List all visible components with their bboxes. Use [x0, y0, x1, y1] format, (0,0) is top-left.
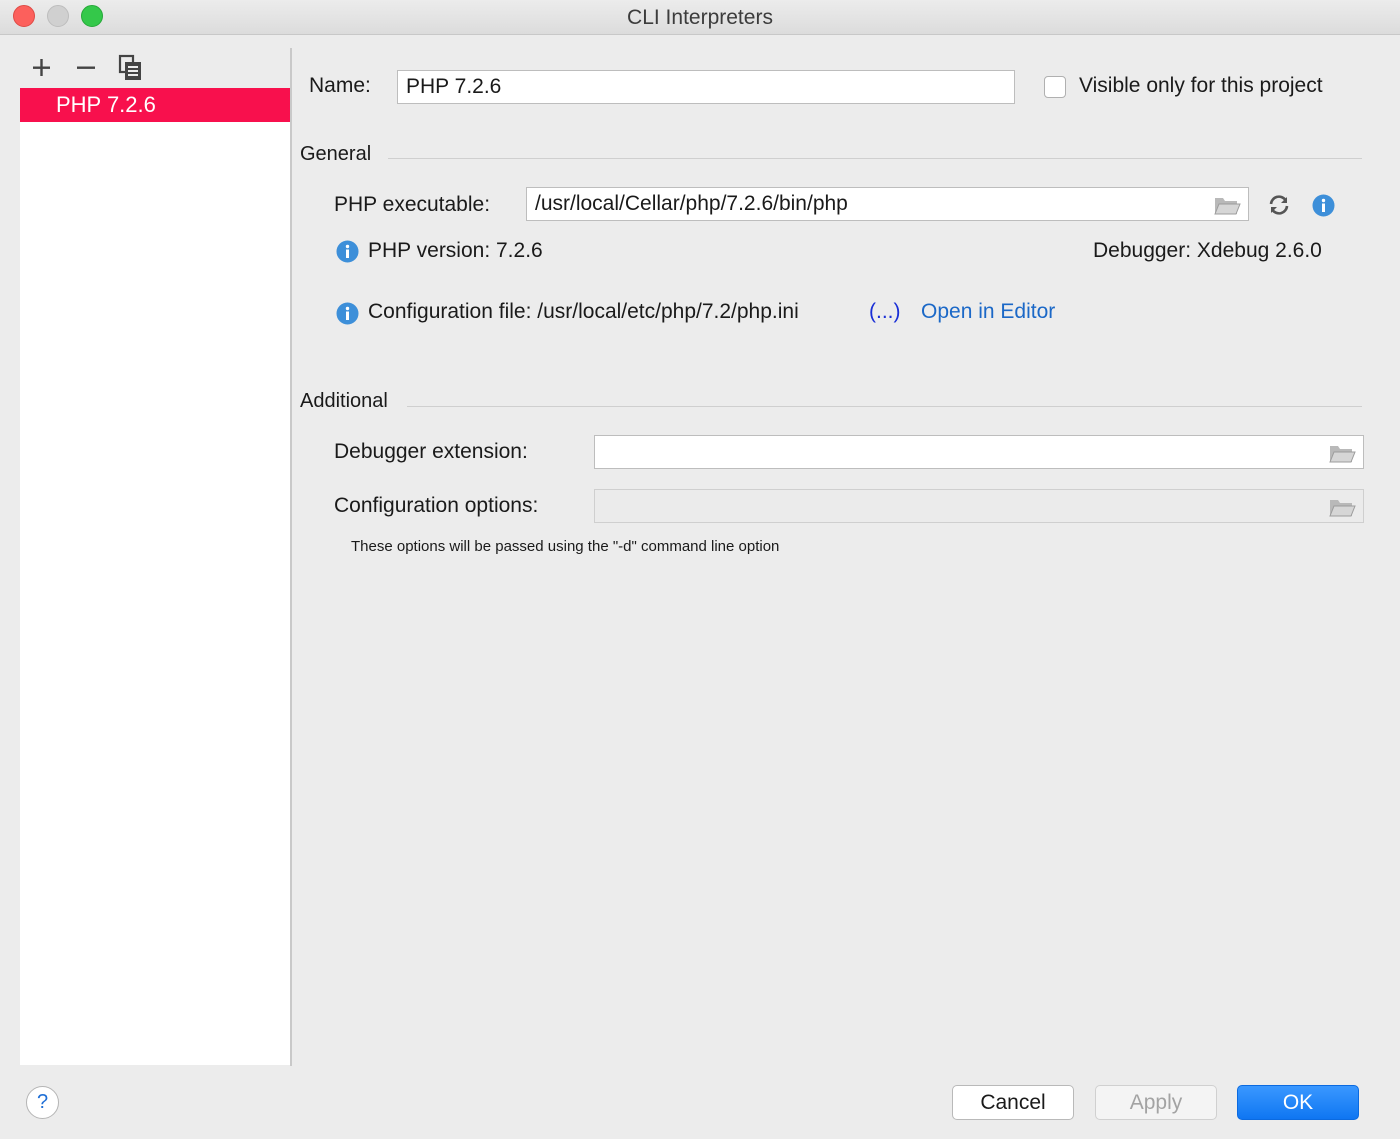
debugger-extension-label: Debugger extension:	[334, 440, 528, 463]
help-button[interactable]: ?	[26, 1086, 59, 1119]
info-icon	[336, 240, 359, 263]
php-executable-input[interactable]	[526, 187, 1249, 221]
configuration-options-label: Configuration options:	[334, 494, 539, 517]
general-section-title: General	[300, 143, 372, 165]
add-interpreter-button[interactable]	[27, 53, 57, 83]
ok-button[interactable]: OK	[1237, 1085, 1359, 1120]
info-icon	[1312, 194, 1335, 217]
copy-interpreter-button[interactable]	[116, 53, 146, 83]
window-title: CLI Interpreters	[627, 6, 773, 29]
additional-separator	[407, 406, 1362, 407]
configuration-options-input[interactable]	[594, 489, 1364, 523]
browse-executable-button[interactable]	[1213, 194, 1241, 216]
interpreter-list-item[interactable]: PHP 7.2.6	[20, 88, 290, 122]
visible-only-checkbox[interactable]	[1044, 76, 1066, 98]
folder-icon	[1214, 198, 1241, 215]
copy-icon	[118, 54, 141, 80]
cancel-button[interactable]: Cancel	[952, 1085, 1074, 1120]
remove-interpreter-button[interactable]	[71, 53, 101, 83]
minus-icon	[77, 66, 95, 69]
title-bar: CLI Interpreters	[0, 0, 1400, 35]
php-executable-label: PHP executable:	[334, 193, 491, 216]
configuration-options-hint: These options will be passed using the "…	[351, 538, 780, 555]
name-label: Name:	[309, 74, 371, 97]
config-file-text: Configuration file: /usr/local/etc/php/7…	[368, 300, 799, 323]
php-version-text: PHP version: 7.2.6	[368, 239, 543, 262]
plus-icon	[33, 59, 50, 76]
config-file-more-link[interactable]: (...)	[869, 300, 901, 324]
name-input[interactable]	[397, 70, 1015, 104]
browse-configuration-options-button[interactable]	[1328, 496, 1356, 518]
apply-button[interactable]: Apply	[1095, 1085, 1217, 1120]
general-separator	[388, 158, 1362, 159]
browse-debugger-extension-button[interactable]	[1328, 442, 1356, 464]
visible-only-label: Visible only for this project	[1079, 74, 1323, 97]
additional-section-title: Additional	[300, 390, 388, 412]
debugger-extension-input[interactable]	[594, 435, 1364, 469]
config-file-info-icon	[336, 302, 359, 325]
pane-divider[interactable]	[290, 48, 292, 1066]
debugger-text: Debugger: Xdebug 2.6.0	[1093, 239, 1322, 262]
reload-button[interactable]	[1266, 192, 1292, 218]
folder-icon	[1329, 500, 1356, 517]
folder-icon	[1329, 446, 1356, 463]
refresh-icon	[1269, 195, 1289, 215]
executable-info-button[interactable]	[1312, 194, 1335, 217]
php-version-info-icon	[336, 240, 359, 263]
interpreter-list: PHP 7.2.6	[20, 88, 290, 1065]
open-in-editor-link[interactable]: Open in Editor	[921, 300, 1055, 324]
info-icon	[336, 302, 359, 325]
